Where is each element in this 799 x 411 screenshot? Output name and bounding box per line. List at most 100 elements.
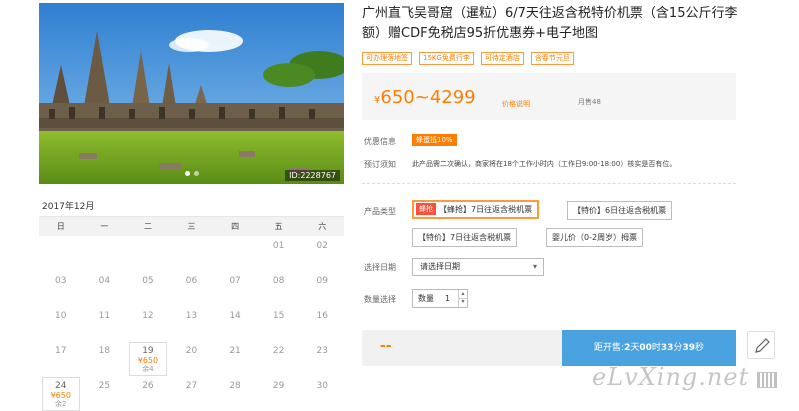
countdown-hours-unit: 时: [651, 343, 661, 353]
notice-label: 预订须知: [364, 160, 396, 169]
calendar-day: 18: [83, 341, 127, 376]
option-special-7day[interactable]: 【特价】7日往返含税机票: [412, 228, 518, 247]
photo-id-label: ID:2228767: [285, 170, 340, 181]
day-number: 19: [142, 346, 154, 356]
calendar-day: 13: [170, 306, 214, 341]
calendar-day: 11: [83, 306, 127, 341]
section-divider: [362, 183, 736, 184]
day-number: 07: [229, 276, 241, 286]
day-number: 14: [229, 311, 241, 321]
day-number: 04: [98, 276, 111, 286]
day-number: 20: [185, 346, 198, 356]
quantity-field-label: 数量: [418, 294, 434, 303]
calendar-day: 29: [257, 376, 301, 411]
flash-sale-badge: 蜂抢: [416, 203, 436, 215]
option-special-6day[interactable]: 【特价】6日往返含税机票: [567, 201, 673, 220]
day-number: 17: [55, 346, 67, 356]
decrement-icon[interactable]: ▾: [458, 298, 467, 307]
day-number: 15: [272, 311, 285, 321]
option-label: 【蜂抢】7日往返含税机票: [439, 205, 533, 214]
day-stock: 余4: [142, 365, 154, 373]
day-number: 09: [316, 276, 328, 286]
calendar-day: 15: [257, 306, 301, 341]
calendar-day: 06: [170, 271, 214, 306]
weekday-label: 一: [100, 222, 109, 231]
calendar-day: 07: [213, 271, 257, 306]
current-price-placeholder: --: [380, 338, 392, 354]
monthly-sales: 月售48: [578, 98, 601, 106]
countdown-hours: 00: [639, 343, 652, 353]
watermark-icon: [757, 372, 777, 388]
calendar-day: [126, 236, 170, 271]
calendar-day: 21: [213, 341, 257, 376]
day-number: 06: [185, 276, 198, 286]
calendar-day: 23: [300, 341, 344, 376]
chevron-down-icon: ▾: [532, 262, 537, 271]
quantity-value[interactable]: 1: [445, 290, 450, 307]
calendar-day: 05: [126, 271, 170, 306]
day-number: 13: [185, 311, 198, 321]
option-label: 婴儿价（0-2周岁）拇票: [552, 233, 638, 242]
calendar-day: 26: [126, 376, 170, 411]
option-infant[interactable]: 婴儿价（0-2周岁）拇票: [546, 228, 644, 247]
day-stock: 余2: [55, 400, 67, 408]
day-number: 12: [142, 311, 154, 321]
day-number: 27: [185, 381, 198, 391]
calendar-day: 10: [39, 306, 83, 341]
product-tag: 可办理落地签: [362, 52, 412, 65]
calendar-day: 20: [170, 341, 214, 376]
day-number: 23: [316, 346, 328, 356]
calendar-day-available[interactable]: 19 ¥650 余4: [129, 342, 167, 376]
day-number: 10: [55, 311, 67, 321]
calendar-day: [170, 236, 214, 271]
calendar-grid: 01 02 03 04 05 06 07 08 09 10 11 12 13 14 15 16 17 18 19 ¥6…: [39, 236, 344, 411]
quantity-stepper[interactable]: 数量 1 ▴ ▾: [412, 289, 468, 308]
calendar-day: 04: [83, 271, 127, 306]
day-number: 21: [229, 346, 241, 356]
booking-notice: 此产品需二次确认，商家将在18个工作小时内（工作日9:00-18:00）核实是否…: [412, 160, 677, 168]
product-tag: 15KG免费行李: [419, 52, 474, 65]
calendar-day: [213, 236, 257, 271]
pencil-icon: [755, 338, 770, 353]
countdown-seconds-unit: 秒: [694, 343, 704, 353]
day-number: 18: [98, 346, 111, 356]
carousel-dot[interactable]: [184, 171, 190, 176]
countdown-minutes: 33: [660, 343, 674, 353]
countdown-prefix: 距开售:: [594, 343, 625, 353]
calendar-day: 03: [39, 271, 83, 306]
weekday-label: 二: [143, 222, 152, 231]
calendar-day: 22: [257, 341, 301, 376]
product-title: 广州直飞吴哥窟（暹粒）6/7天往返含税特价机票（含15公斤行李额）赠CDF免税店…: [362, 6, 738, 41]
day-number: 11: [98, 311, 111, 321]
option-flash-7day[interactable]: 蜂抢 【蜂抢】7日往返含税机票: [412, 200, 540, 219]
day-number: 05: [142, 276, 154, 286]
edit-button[interactable]: [747, 331, 775, 359]
day-number: 16: [316, 311, 328, 321]
calendar-day: 14: [213, 306, 257, 341]
calendar-day: 01: [257, 236, 301, 271]
product-tag: 可待定酒店: [480, 52, 524, 65]
quantity-label: 数量选择: [364, 295, 396, 304]
site-watermark: eLvXing.net: [592, 363, 750, 391]
date-select[interactable]: 请选择日期 ▾: [412, 258, 544, 276]
product-tag: 含春节元旦: [530, 52, 574, 65]
calendar-day: 28: [213, 376, 257, 411]
weekday-label: 六: [318, 222, 327, 231]
calendar-day: 30: [300, 376, 344, 411]
countdown-days-unit: 天: [630, 343, 640, 353]
carousel-dot[interactable]: [193, 171, 199, 176]
product-photo[interactable]: ID:2228767: [39, 3, 344, 184]
promo-badge: 蜂蛋抵10%: [412, 134, 457, 146]
option-label: 【特价】6日往返含税机票: [573, 206, 667, 215]
day-number: 03: [55, 276, 67, 286]
calendar-day: 25: [83, 376, 127, 411]
calendar-day-available[interactable]: 24 ¥650 余2: [42, 377, 80, 411]
day-number: 26: [142, 381, 154, 391]
day-price: ¥650: [137, 356, 159, 365]
day-number: 29: [272, 381, 285, 391]
price-note-link[interactable]: 价格说明: [502, 99, 530, 109]
option-label: 【特价】7日往返含税机票: [418, 233, 512, 242]
sale-countdown-button[interactable]: 距开售:2天00时33分39秒: [562, 330, 736, 366]
product-tags: 可办理落地签 15KG免费行李 可待定酒店 含春节元旦: [362, 52, 581, 65]
calendar-day: 16: [300, 306, 344, 341]
